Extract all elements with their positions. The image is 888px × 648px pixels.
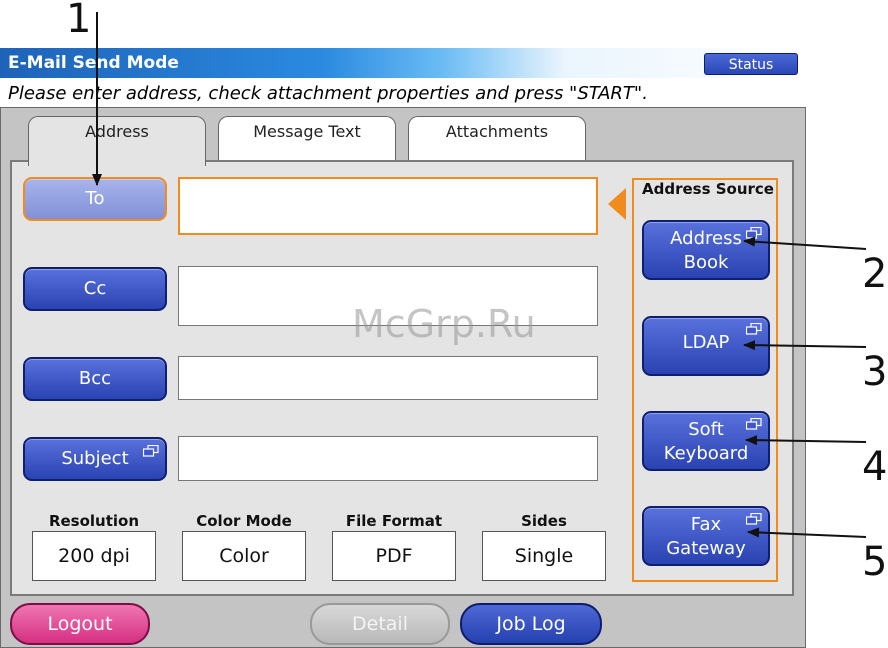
soft-keyboard-button[interactable]: Soft Keyboard [642, 411, 770, 471]
to-button[interactable]: To [23, 177, 167, 221]
fax-gateway-button[interactable]: Fax Gateway [642, 506, 770, 566]
subject-button[interactable]: Subject [23, 437, 167, 481]
popup-window-icon [746, 418, 762, 430]
detail-button[interactable]: Detail [310, 603, 450, 645]
active-field-indicator-icon [608, 188, 626, 220]
status-button[interactable]: Status [704, 53, 798, 75]
callout-number-5: 5 [862, 539, 888, 585]
color-mode-label: Color Mode [196, 512, 292, 530]
sides-value[interactable]: Single [482, 531, 606, 581]
file-format-label: File Format [345, 512, 443, 530]
callout-number-4: 4 [862, 444, 888, 490]
bcc-field[interactable] [178, 356, 598, 400]
tab-address[interactable]: Address [28, 116, 206, 166]
ldap-label: LDAP [682, 332, 730, 353]
logout-button[interactable]: Logout [10, 603, 150, 645]
instruction-text: Please enter address, check attachment p… [8, 83, 648, 104]
bcc-button[interactable]: Bcc [23, 357, 167, 401]
tab-address-label: Address [85, 122, 149, 141]
file-format-value[interactable]: PDF [332, 531, 456, 581]
subject-field[interactable] [178, 436, 598, 481]
window-title: E-Mail Send Mode [8, 53, 179, 73]
popup-window-icon [143, 445, 159, 457]
fax-gateway-label-line2: Gateway [666, 538, 746, 559]
address-book-button[interactable]: Address Book [642, 220, 770, 280]
resolution-value[interactable]: 200 dpi [32, 531, 156, 581]
popup-window-icon [746, 513, 762, 525]
popup-window-icon [746, 227, 762, 239]
callout-number-2: 2 [862, 251, 888, 297]
address-book-label-line2: Book [683, 252, 729, 273]
tab-message-text-label: Message Text [253, 122, 361, 141]
tab-message-text[interactable]: Message Text [218, 116, 396, 164]
to-field[interactable] [178, 177, 598, 235]
sides-label: Sides [521, 512, 567, 530]
watermark-text: McGrp.Ru [352, 302, 536, 346]
cc-button[interactable]: Cc [23, 267, 167, 311]
soft-keyboard-label-line2: Keyboard [663, 443, 749, 464]
job-log-button[interactable]: Job Log [460, 603, 602, 645]
callout-number-3: 3 [862, 349, 888, 395]
popup-window-icon [746, 323, 762, 335]
color-mode-value[interactable]: Color [182, 531, 306, 581]
tab-attachments-label: Attachments [445, 122, 549, 141]
callout-number-1: 1 [66, 0, 92, 42]
ldap-button[interactable]: LDAP [642, 316, 770, 376]
resolution-label: Resolution [48, 512, 140, 530]
address-source-heading: Address Source [642, 180, 774, 198]
tab-attachments[interactable]: Attachments [408, 116, 586, 164]
subject-button-label: Subject [61, 448, 129, 469]
